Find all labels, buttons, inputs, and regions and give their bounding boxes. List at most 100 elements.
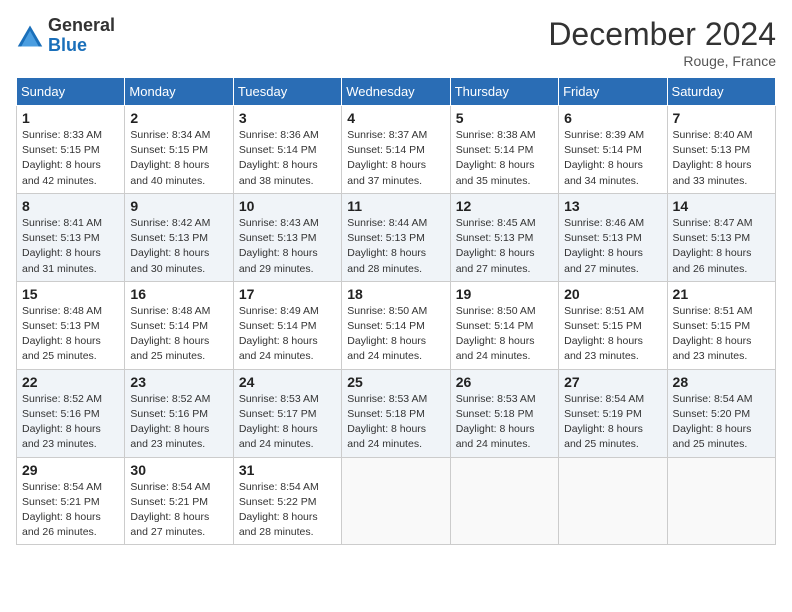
day-detail: Sunrise: 8:43 AM Sunset: 5:13 PM Dayligh…: [239, 216, 336, 277]
day-detail: Sunrise: 8:38 AM Sunset: 5:14 PM Dayligh…: [456, 128, 553, 189]
weekday-header: Wednesday: [342, 78, 450, 106]
calendar-day-cell: 2 Sunrise: 8:34 AM Sunset: 5:15 PM Dayli…: [125, 106, 233, 194]
calendar-day-cell: [559, 457, 667, 545]
day-number: 27: [564, 374, 661, 390]
day-detail: Sunrise: 8:50 AM Sunset: 5:14 PM Dayligh…: [347, 304, 444, 365]
day-detail: Sunrise: 8:53 AM Sunset: 5:18 PM Dayligh…: [347, 392, 444, 453]
calendar-day-cell: 29 Sunrise: 8:54 AM Sunset: 5:21 PM Dayl…: [17, 457, 125, 545]
weekday-header: Friday: [559, 78, 667, 106]
weekday-header: Thursday: [450, 78, 558, 106]
month-title: December 2024: [548, 16, 776, 53]
day-detail: Sunrise: 8:52 AM Sunset: 5:16 PM Dayligh…: [22, 392, 119, 453]
day-number: 7: [673, 110, 770, 126]
calendar-day-cell: 12 Sunrise: 8:45 AM Sunset: 5:13 PM Dayl…: [450, 193, 558, 281]
calendar-table: SundayMondayTuesdayWednesdayThursdayFrid…: [16, 77, 776, 545]
calendar-day-cell: 14 Sunrise: 8:47 AM Sunset: 5:13 PM Dayl…: [667, 193, 775, 281]
calendar-day-cell: 18 Sunrise: 8:50 AM Sunset: 5:14 PM Dayl…: [342, 281, 450, 369]
day-number: 6: [564, 110, 661, 126]
day-detail: Sunrise: 8:51 AM Sunset: 5:15 PM Dayligh…: [564, 304, 661, 365]
calendar-day-cell: 19 Sunrise: 8:50 AM Sunset: 5:14 PM Dayl…: [450, 281, 558, 369]
day-number: 31: [239, 462, 336, 478]
day-number: 21: [673, 286, 770, 302]
day-number: 11: [347, 198, 444, 214]
day-number: 25: [347, 374, 444, 390]
weekday-header: Sunday: [17, 78, 125, 106]
logo-blue-text: Blue: [48, 36, 115, 56]
day-number: 8: [22, 198, 119, 214]
day-number: 12: [456, 198, 553, 214]
calendar-day-cell: 1 Sunrise: 8:33 AM Sunset: 5:15 PM Dayli…: [17, 106, 125, 194]
calendar-day-cell: 31 Sunrise: 8:54 AM Sunset: 5:22 PM Dayl…: [233, 457, 341, 545]
day-number: 15: [22, 286, 119, 302]
calendar-day-cell: 9 Sunrise: 8:42 AM Sunset: 5:13 PM Dayli…: [125, 193, 233, 281]
day-number: 10: [239, 198, 336, 214]
day-number: 29: [22, 462, 119, 478]
day-number: 5: [456, 110, 553, 126]
calendar-day-cell: 3 Sunrise: 8:36 AM Sunset: 5:14 PM Dayli…: [233, 106, 341, 194]
day-detail: Sunrise: 8:50 AM Sunset: 5:14 PM Dayligh…: [456, 304, 553, 365]
day-number: 30: [130, 462, 227, 478]
calendar-day-cell: 26 Sunrise: 8:53 AM Sunset: 5:18 PM Dayl…: [450, 369, 558, 457]
day-number: 24: [239, 374, 336, 390]
day-number: 17: [239, 286, 336, 302]
calendar-day-cell: 22 Sunrise: 8:52 AM Sunset: 5:16 PM Dayl…: [17, 369, 125, 457]
calendar-day-cell: 10 Sunrise: 8:43 AM Sunset: 5:13 PM Dayl…: [233, 193, 341, 281]
day-detail: Sunrise: 8:54 AM Sunset: 5:21 PM Dayligh…: [130, 480, 227, 541]
day-detail: Sunrise: 8:40 AM Sunset: 5:13 PM Dayligh…: [673, 128, 770, 189]
day-number: 2: [130, 110, 227, 126]
day-detail: Sunrise: 8:53 AM Sunset: 5:17 PM Dayligh…: [239, 392, 336, 453]
day-detail: Sunrise: 8:44 AM Sunset: 5:13 PM Dayligh…: [347, 216, 444, 277]
calendar-day-cell: [667, 457, 775, 545]
day-detail: Sunrise: 8:39 AM Sunset: 5:14 PM Dayligh…: [564, 128, 661, 189]
day-detail: Sunrise: 8:46 AM Sunset: 5:13 PM Dayligh…: [564, 216, 661, 277]
weekday-header: Monday: [125, 78, 233, 106]
calendar-day-cell: 13 Sunrise: 8:46 AM Sunset: 5:13 PM Dayl…: [559, 193, 667, 281]
calendar-week-row: 8 Sunrise: 8:41 AM Sunset: 5:13 PM Dayli…: [17, 193, 776, 281]
calendar-day-cell: 5 Sunrise: 8:38 AM Sunset: 5:14 PM Dayli…: [450, 106, 558, 194]
calendar-day-cell: 28 Sunrise: 8:54 AM Sunset: 5:20 PM Dayl…: [667, 369, 775, 457]
calendar-day-cell: 11 Sunrise: 8:44 AM Sunset: 5:13 PM Dayl…: [342, 193, 450, 281]
calendar-day-cell: 7 Sunrise: 8:40 AM Sunset: 5:13 PM Dayli…: [667, 106, 775, 194]
page-header: General Blue December 2024 Rouge, France: [16, 16, 776, 69]
weekday-header: Saturday: [667, 78, 775, 106]
weekday-header: Tuesday: [233, 78, 341, 106]
calendar-day-cell: 20 Sunrise: 8:51 AM Sunset: 5:15 PM Dayl…: [559, 281, 667, 369]
day-detail: Sunrise: 8:54 AM Sunset: 5:20 PM Dayligh…: [673, 392, 770, 453]
calendar-header-row: SundayMondayTuesdayWednesdayThursdayFrid…: [17, 78, 776, 106]
calendar-day-cell: [450, 457, 558, 545]
day-number: 4: [347, 110, 444, 126]
logo-general-text: General: [48, 16, 115, 36]
calendar-day-cell: 16 Sunrise: 8:48 AM Sunset: 5:14 PM Dayl…: [125, 281, 233, 369]
calendar-day-cell: 23 Sunrise: 8:52 AM Sunset: 5:16 PM Dayl…: [125, 369, 233, 457]
day-detail: Sunrise: 8:48 AM Sunset: 5:14 PM Dayligh…: [130, 304, 227, 365]
day-number: 26: [456, 374, 553, 390]
day-number: 18: [347, 286, 444, 302]
day-number: 19: [456, 286, 553, 302]
calendar-week-row: 29 Sunrise: 8:54 AM Sunset: 5:21 PM Dayl…: [17, 457, 776, 545]
day-detail: Sunrise: 8:45 AM Sunset: 5:13 PM Dayligh…: [456, 216, 553, 277]
location-subtitle: Rouge, France: [548, 53, 776, 69]
logo: General Blue: [16, 16, 115, 56]
day-number: 3: [239, 110, 336, 126]
day-detail: Sunrise: 8:34 AM Sunset: 5:15 PM Dayligh…: [130, 128, 227, 189]
calendar-day-cell: 30 Sunrise: 8:54 AM Sunset: 5:21 PM Dayl…: [125, 457, 233, 545]
day-number: 9: [130, 198, 227, 214]
day-number: 22: [22, 374, 119, 390]
day-number: 23: [130, 374, 227, 390]
day-detail: Sunrise: 8:52 AM Sunset: 5:16 PM Dayligh…: [130, 392, 227, 453]
day-detail: Sunrise: 8:41 AM Sunset: 5:13 PM Dayligh…: [22, 216, 119, 277]
calendar-day-cell: [342, 457, 450, 545]
calendar-week-row: 1 Sunrise: 8:33 AM Sunset: 5:15 PM Dayli…: [17, 106, 776, 194]
day-detail: Sunrise: 8:42 AM Sunset: 5:13 PM Dayligh…: [130, 216, 227, 277]
day-number: 13: [564, 198, 661, 214]
day-detail: Sunrise: 8:47 AM Sunset: 5:13 PM Dayligh…: [673, 216, 770, 277]
day-detail: Sunrise: 8:49 AM Sunset: 5:14 PM Dayligh…: [239, 304, 336, 365]
day-number: 28: [673, 374, 770, 390]
calendar-day-cell: 17 Sunrise: 8:49 AM Sunset: 5:14 PM Dayl…: [233, 281, 341, 369]
day-detail: Sunrise: 8:53 AM Sunset: 5:18 PM Dayligh…: [456, 392, 553, 453]
day-detail: Sunrise: 8:54 AM Sunset: 5:19 PM Dayligh…: [564, 392, 661, 453]
day-detail: Sunrise: 8:54 AM Sunset: 5:22 PM Dayligh…: [239, 480, 336, 541]
calendar-week-row: 15 Sunrise: 8:48 AM Sunset: 5:13 PM Dayl…: [17, 281, 776, 369]
day-number: 20: [564, 286, 661, 302]
calendar-week-row: 22 Sunrise: 8:52 AM Sunset: 5:16 PM Dayl…: [17, 369, 776, 457]
